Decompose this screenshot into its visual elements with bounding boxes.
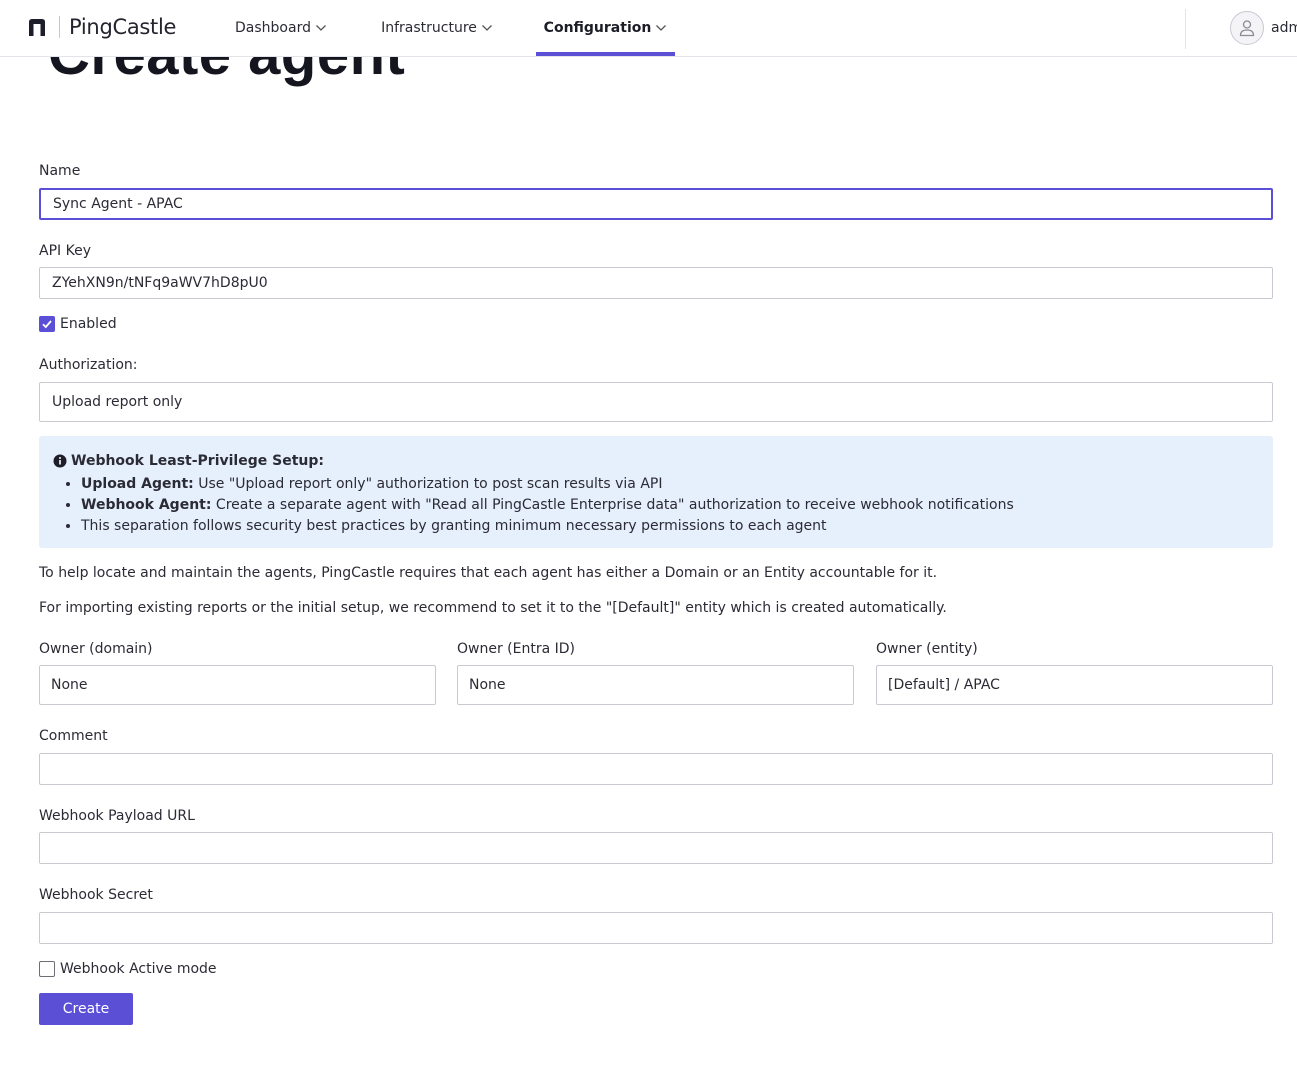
list-item: This separation follows security best pr…	[81, 516, 1259, 537]
name-input[interactable]	[39, 188, 1273, 220]
header-divider	[1185, 9, 1186, 49]
comment-label: Comment	[39, 728, 108, 744]
owner-domain-value: None	[51, 677, 88, 693]
help-text-default: For importing existing reports or the in…	[39, 600, 947, 616]
webhook-info-box: Webhook Least-Privilege Setup: Upload Ag…	[39, 436, 1273, 548]
list-item: Webhook Agent: Create a separate agent w…	[81, 495, 1259, 516]
logo-separator	[59, 16, 60, 38]
owner-entra-select[interactable]: None	[457, 665, 854, 705]
avatar[interactable]	[1230, 11, 1264, 45]
top-navbar: PingCastle Dashboard Infrastructure Conf…	[0, 0, 1297, 57]
info-list: Upload Agent: Use "Upload report only" a…	[53, 474, 1259, 537]
brand-logo[interactable]: PingCastle	[26, 15, 176, 39]
info-item-text: Create a separate agent with "Read all P…	[211, 497, 1014, 513]
webhook-url-input[interactable]	[39, 832, 1273, 864]
owner-domain-label: Owner (domain)	[39, 641, 153, 657]
owner-entity-label: Owner (entity)	[876, 641, 978, 657]
owner-entra-value: None	[469, 677, 506, 693]
nav-configuration-label: Configuration	[543, 20, 652, 36]
comment-input[interactable]	[39, 753, 1273, 785]
list-item: Upload Agent: Use "Upload report only" a…	[81, 474, 1259, 495]
nav-dashboard[interactable]: Dashboard	[224, 0, 338, 56]
webhook-secret-input[interactable]	[39, 912, 1273, 944]
owner-entity-select[interactable]: [Default] / APAC	[876, 665, 1273, 705]
webhook-secret-label: Webhook Secret	[39, 887, 153, 903]
webhook-active-checkbox[interactable]	[39, 961, 55, 977]
info-title-text: Webhook Least-Privilege Setup:	[71, 453, 324, 469]
chevron-down-icon	[656, 25, 667, 31]
info-item-text: This separation follows security best pr…	[81, 518, 827, 534]
chevron-down-icon	[316, 25, 326, 31]
webhook-active-label: Webhook Active mode	[60, 961, 217, 977]
nav-dashboard-label: Dashboard	[235, 20, 311, 36]
webhook-url-label: Webhook Payload URL	[39, 808, 195, 824]
brand-name: PingCastle	[69, 15, 177, 39]
authorization-value: Upload report only	[52, 394, 183, 410]
authorization-select[interactable]: Upload report only	[39, 382, 1273, 422]
nav-configuration[interactable]: Configuration	[536, 0, 675, 56]
info-circle-icon	[53, 454, 67, 468]
enabled-checkbox-row[interactable]: Enabled	[39, 316, 117, 332]
nav-infrastructure-label: Infrastructure	[381, 20, 477, 36]
pingcastle-logo-icon	[29, 19, 45, 36]
info-item-title: Upload Agent:	[81, 476, 194, 492]
enabled-checkbox[interactable]	[39, 316, 55, 332]
enabled-label: Enabled	[60, 316, 117, 332]
nav-infrastructure[interactable]: Infrastructure	[373, 0, 501, 56]
owner-domain-select[interactable]: None	[39, 665, 436, 705]
api-key-label: API Key	[39, 243, 91, 259]
api-key-input[interactable]	[39, 267, 1273, 299]
user-icon	[1239, 20, 1255, 37]
info-item-text: Use "Upload report only" authorization t…	[193, 476, 663, 492]
info-item-title: Webhook Agent:	[81, 497, 212, 513]
create-button[interactable]: Create	[39, 993, 133, 1025]
help-text-owner: To help locate and maintain the agents, …	[39, 565, 938, 581]
chevron-down-icon	[481, 25, 492, 31]
name-label: Name	[39, 163, 81, 179]
checkmark-icon	[42, 320, 52, 329]
user-name[interactable]: adm	[1271, 20, 1297, 36]
authorization-label: Authorization:	[39, 357, 138, 373]
webhook-active-row[interactable]: Webhook Active mode	[39, 961, 217, 977]
owner-entity-value: [Default] / APAC	[888, 677, 1000, 693]
info-title: Webhook Least-Privilege Setup:	[53, 453, 1259, 469]
owner-entra-label: Owner (Entra ID)	[457, 641, 575, 657]
